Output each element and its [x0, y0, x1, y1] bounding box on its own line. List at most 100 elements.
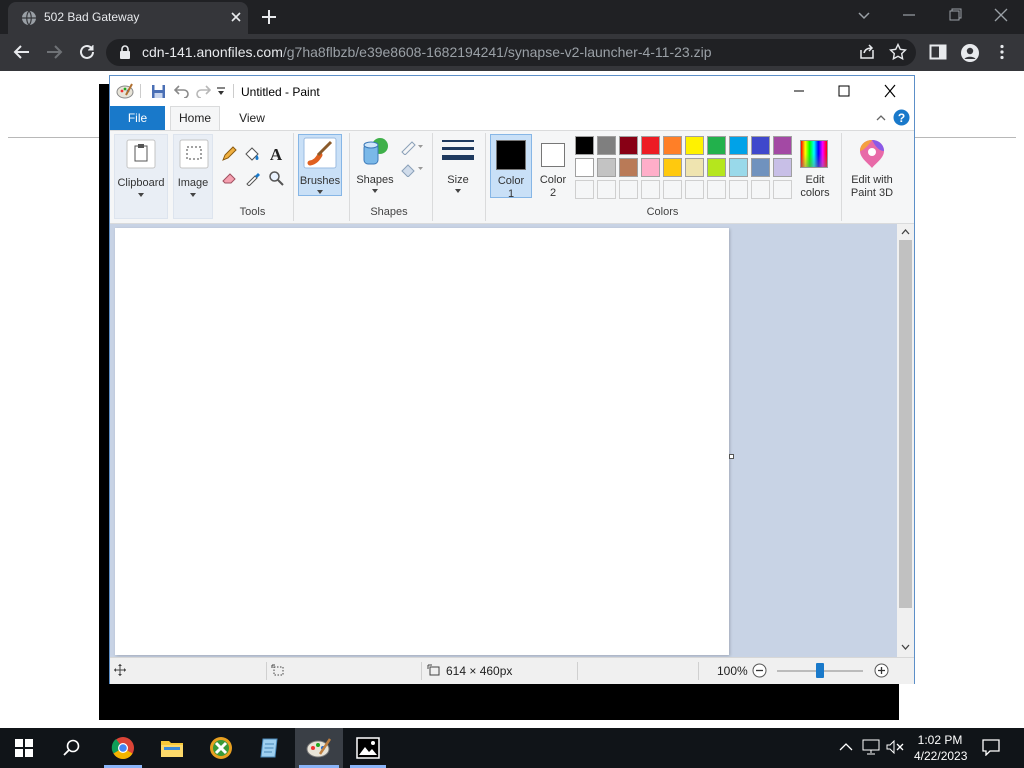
scroll-up-icon[interactable] — [901, 228, 910, 235]
fill-icon[interactable] — [243, 146, 261, 162]
app-x-icon[interactable] — [209, 736, 233, 760]
network-icon[interactable] — [862, 739, 880, 755]
magnifier-icon[interactable] — [268, 170, 284, 186]
palette-swatch-empty[interactable] — [729, 180, 748, 199]
side-panel-icon[interactable] — [929, 44, 947, 60]
fill-shape-icon[interactable] — [400, 161, 424, 177]
lock-icon[interactable] — [118, 44, 132, 60]
palette-swatch[interactable] — [751, 158, 770, 177]
palette-swatch[interactable] — [707, 136, 726, 155]
paint-taskbar-icon[interactable] — [306, 737, 332, 759]
palette-swatch-empty[interactable] — [685, 180, 704, 199]
share-icon[interactable] — [858, 44, 876, 60]
palette-swatch[interactable] — [729, 158, 748, 177]
color2-button[interactable]: Color 2 — [534, 134, 574, 199]
palette-swatch-empty[interactable] — [575, 180, 594, 199]
paint-app-icon[interactable] — [116, 83, 134, 99]
palette-swatch[interactable] — [729, 136, 748, 155]
customize-qat-icon[interactable] — [216, 86, 226, 96]
palette-swatch[interactable] — [773, 158, 792, 177]
clipboard-button[interactable]: Clipboard — [114, 134, 168, 219]
palette-swatch-empty[interactable] — [597, 180, 616, 199]
restore-icon[interactable] — [945, 6, 965, 24]
paint-maximize-icon[interactable] — [836, 84, 852, 98]
palette-swatch[interactable] — [575, 136, 594, 155]
outline-icon[interactable] — [400, 139, 424, 155]
edit-colors-button[interactable]: Edit colors — [796, 134, 834, 199]
url-text[interactable]: cdn-141.anonfiles.com/g7ha8flbzb/e39e860… — [142, 44, 711, 60]
volume-muted-icon[interactable] — [886, 740, 904, 754]
forward-icon[interactable] — [44, 43, 64, 61]
file-explorer-icon[interactable] — [160, 737, 184, 759]
palette-swatch[interactable] — [619, 158, 638, 177]
brushes-button[interactable]: Brushes — [298, 134, 342, 196]
palette-swatch[interactable] — [663, 136, 682, 155]
chrome-icon[interactable] — [111, 736, 135, 760]
help-icon[interactable]: ? — [893, 109, 910, 126]
paint-minimize-icon[interactable] — [791, 84, 807, 98]
search-icon[interactable] — [63, 739, 81, 757]
paint-close-icon[interactable] — [882, 84, 898, 98]
reload-icon[interactable] — [77, 42, 97, 62]
save-icon[interactable] — [151, 84, 166, 99]
drawing-canvas[interactable] — [115, 228, 729, 655]
palette-swatch-empty[interactable] — [619, 180, 638, 199]
profile-icon[interactable] — [960, 43, 980, 63]
menu-kebab-icon[interactable] — [996, 44, 1008, 60]
bookmark-star-icon[interactable] — [889, 43, 907, 61]
scroll-down-icon[interactable] — [901, 644, 910, 651]
palette-swatch-empty[interactable] — [707, 180, 726, 199]
palette-swatch-empty[interactable] — [751, 180, 770, 199]
palette-swatch[interactable] — [773, 136, 792, 155]
browser-tab[interactable]: 502 Bad Gateway — [8, 2, 248, 34]
palette-swatch[interactable] — [597, 136, 616, 155]
back-icon[interactable] — [12, 43, 32, 61]
palette-swatch-empty[interactable] — [663, 180, 682, 199]
palette-swatch-empty[interactable] — [773, 180, 792, 199]
palette-swatch[interactable] — [597, 158, 616, 177]
palette-swatch[interactable] — [575, 158, 594, 177]
notifications-icon[interactable] — [982, 739, 1000, 756]
zoom-slider-thumb[interactable] — [816, 663, 824, 678]
image-button[interactable]: Image — [173, 134, 213, 219]
close-tab-icon[interactable] — [228, 9, 244, 25]
text-icon[interactable]: A — [268, 144, 284, 162]
palette-swatch[interactable] — [751, 136, 770, 155]
palette-swatch[interactable] — [641, 136, 660, 155]
palette-swatch[interactable] — [685, 158, 704, 177]
taskbar-clock[interactable]: 1:02 PM 4/22/2023 — [914, 732, 967, 764]
undo-icon[interactable] — [174, 84, 190, 98]
eraser-icon[interactable] — [221, 171, 237, 185]
new-tab-icon[interactable] — [260, 8, 278, 26]
zoom-out-icon[interactable] — [752, 663, 767, 678]
shapes-button[interactable]: Shapes — [354, 134, 396, 196]
close-window-icon[interactable] — [991, 6, 1011, 24]
redo-icon[interactable] — [195, 84, 211, 98]
palette-swatch-empty[interactable] — [641, 180, 660, 199]
tab-file[interactable]: File — [110, 106, 165, 130]
scroll-thumb[interactable] — [899, 240, 912, 608]
canvas-resize-handle[interactable] — [729, 454, 734, 459]
notepad-icon[interactable] — [258, 737, 282, 759]
minimize-icon[interactable] — [899, 6, 919, 24]
show-hidden-icons-icon[interactable] — [839, 742, 853, 752]
collapse-ribbon-icon[interactable] — [875, 113, 887, 123]
palette-swatch[interactable] — [641, 158, 660, 177]
photos-icon[interactable] — [356, 737, 380, 759]
start-windows-icon[interactable] — [15, 739, 33, 757]
color1-button[interactable]: Color 1 — [490, 134, 532, 200]
zoom-in-icon[interactable] — [874, 663, 889, 678]
color-picker-icon[interactable] — [245, 170, 261, 186]
palette-swatch[interactable] — [619, 136, 638, 155]
status-bar: 614 × 460px 100% — [110, 657, 914, 684]
palette-swatch[interactable] — [707, 158, 726, 177]
palette-swatch[interactable] — [685, 136, 704, 155]
pencil-icon[interactable] — [221, 146, 237, 162]
vertical-scrollbar[interactable] — [897, 224, 914, 657]
tab-search-icon[interactable] — [854, 6, 874, 24]
tab-home[interactable]: Home — [170, 106, 220, 130]
tab-view[interactable]: View — [230, 106, 274, 130]
edit-with-paint3d-button[interactable]: Edit with Paint 3D — [844, 134, 900, 199]
palette-swatch[interactable] — [663, 158, 682, 177]
size-button[interactable]: Size — [438, 134, 478, 196]
